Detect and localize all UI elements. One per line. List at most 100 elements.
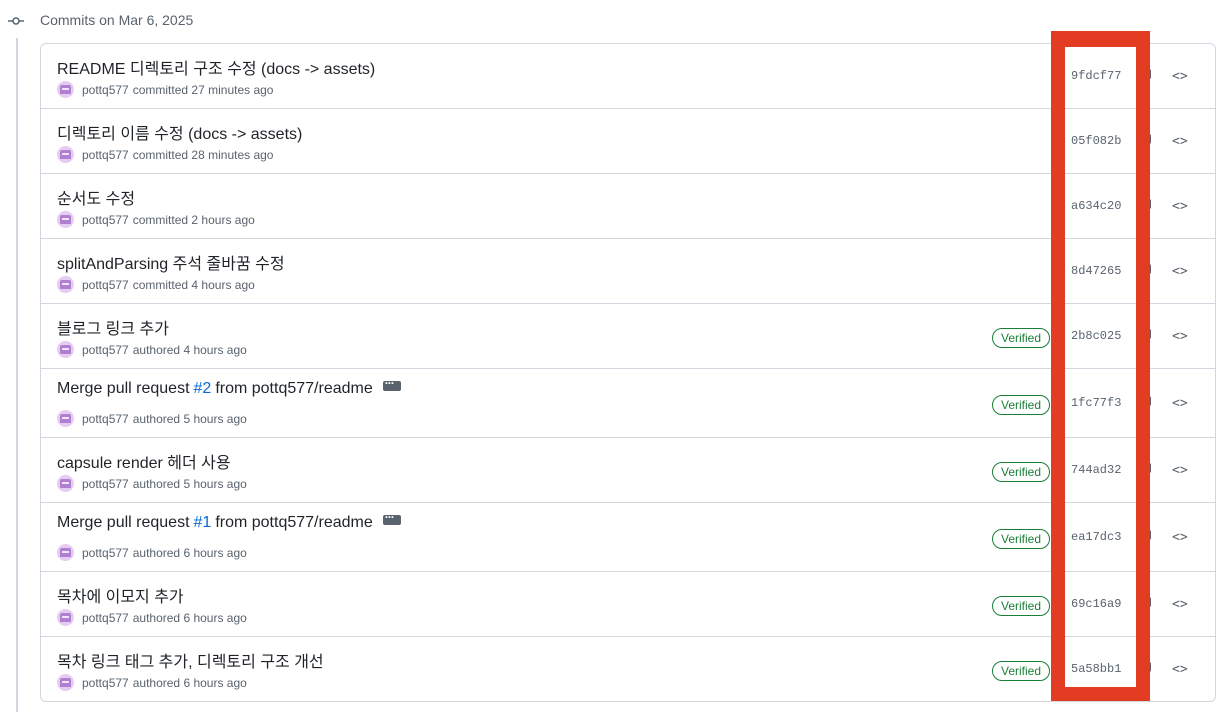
- copy-icon[interactable]: [1146, 597, 1151, 607]
- commit-sha-button[interactable]: 8d47265: [1071, 264, 1121, 278]
- copy-icon[interactable]: [1146, 329, 1151, 339]
- copy-icon[interactable]: [1146, 662, 1151, 672]
- copy-icon[interactable]: [1146, 264, 1151, 274]
- browse-code-icon[interactable]: <>: [1172, 330, 1190, 344]
- commit-time: 4 hours ago: [183, 342, 247, 357]
- commit-time: 5 hours ago: [183, 411, 247, 426]
- commit-title-text[interactable]: splitAndParsing 주석 줄바꿈 수정: [57, 250, 285, 274]
- commit-author[interactable]: pottq577: [82, 412, 129, 426]
- commit-author[interactable]: pottq577: [82, 611, 129, 625]
- commit-sha-button[interactable]: 744ad32: [1071, 463, 1121, 477]
- copy-icon[interactable]: [1146, 463, 1151, 473]
- browse-code-icon[interactable]: <>: [1172, 70, 1190, 84]
- commit-author[interactable]: pottq577: [82, 676, 129, 690]
- commit-row[interactable]: README 디렉토리 구조 수정 (docs -> assets) pottq…: [41, 44, 1215, 109]
- browse-code-icon[interactable]: <>: [1172, 135, 1190, 149]
- commit-title-prefix[interactable]: Merge pull request: [57, 514, 190, 532]
- commit-row[interactable]: splitAndParsing 주석 줄바꿈 수정 pottq577 commi…: [41, 239, 1215, 304]
- browse-code-icon[interactable]: <>: [1172, 464, 1190, 478]
- commit-action: authored: [132, 610, 181, 625]
- pull-request-link[interactable]: #2: [194, 380, 212, 398]
- commit-sha-button[interactable]: 9fdcf77: [1071, 69, 1121, 83]
- commit-row[interactable]: 목차 링크 태그 추가, 디렉토리 구조 개선 pottq577 authore…: [41, 637, 1215, 701]
- avatar[interactable]: [57, 609, 74, 626]
- commit-title-suffix[interactable]: from pottq577/readme: [215, 380, 372, 398]
- commit-action: authored: [132, 545, 181, 560]
- commit-author[interactable]: pottq577: [82, 343, 129, 357]
- commit-sha-button[interactable]: 69c16a9: [1071, 597, 1121, 611]
- commit-author[interactable]: pottq577: [82, 477, 129, 491]
- verified-badge[interactable]: Verified: [992, 529, 1051, 549]
- commit-meta: pottq577 committed 27 minutes ago: [57, 81, 273, 98]
- commit-author[interactable]: pottq577: [82, 148, 129, 162]
- avatar[interactable]: [57, 341, 74, 358]
- commit-time: 28 minutes ago: [191, 147, 274, 162]
- expand-message-button[interactable]: [382, 510, 401, 525]
- commit-title-suffix[interactable]: from pottq577/readme: [215, 514, 372, 532]
- browse-code-icon[interactable]: <>: [1172, 200, 1190, 214]
- verified-badge[interactable]: Verified: [992, 395, 1051, 415]
- commit-title-text[interactable]: 목차 링크 태그 추가, 디렉토리 구조 개선: [57, 648, 324, 672]
- commit-time: 4 hours ago: [191, 277, 255, 292]
- verified-badge[interactable]: Verified: [992, 328, 1051, 348]
- commit-sha-button[interactable]: 2b8c025: [1071, 329, 1121, 343]
- browse-code-icon[interactable]: <>: [1172, 598, 1190, 612]
- commit-author[interactable]: pottq577: [82, 546, 129, 560]
- commit-row[interactable]: Merge pull request #1 from pottq577/read…: [41, 503, 1215, 572]
- commit-action: committed: [132, 147, 189, 162]
- commit-list: README 디렉토리 구조 수정 (docs -> assets) pottq…: [40, 43, 1216, 702]
- browse-code-icon[interactable]: <>: [1172, 531, 1190, 545]
- commit-row[interactable]: Merge pull request #2 from pottq577/read…: [41, 369, 1215, 438]
- commit-row[interactable]: 블로그 링크 추가 pottq577 authored 4 hours ago …: [41, 304, 1215, 369]
- avatar[interactable]: [57, 276, 74, 293]
- git-commit-icon: [8, 17, 24, 25]
- copy-icon[interactable]: [1146, 199, 1151, 209]
- avatar[interactable]: [57, 146, 74, 163]
- commit-title: capsule render 헤더 사용: [57, 449, 231, 473]
- copy-icon[interactable]: [1146, 396, 1151, 406]
- copy-icon[interactable]: [1146, 530, 1151, 540]
- commit-title: README 디렉토리 구조 수정 (docs -> assets): [57, 55, 375, 79]
- avatar[interactable]: [57, 475, 74, 492]
- verified-badge[interactable]: Verified: [992, 661, 1051, 681]
- avatar[interactable]: [57, 410, 74, 427]
- copy-icon[interactable]: [1146, 134, 1151, 144]
- avatar[interactable]: [57, 674, 74, 691]
- commit-action: committed: [132, 82, 189, 97]
- browse-code-icon[interactable]: <>: [1172, 397, 1190, 411]
- commit-title-text[interactable]: 디렉토리 이름 수정 (docs -> assets): [57, 120, 302, 144]
- commit-author[interactable]: pottq577: [82, 278, 129, 292]
- commit-row[interactable]: 디렉토리 이름 수정 (docs -> assets) pottq577 com…: [41, 109, 1215, 174]
- verified-badge[interactable]: Verified: [992, 596, 1051, 616]
- commit-row[interactable]: capsule render 헤더 사용 pottq577 authored 5…: [41, 438, 1215, 503]
- commit-title-text[interactable]: capsule render 헤더 사용: [57, 449, 231, 473]
- avatar[interactable]: [57, 544, 74, 561]
- commit-sha-button[interactable]: a634c20: [1071, 199, 1121, 213]
- commit-sha-button[interactable]: ea17dc3: [1071, 530, 1121, 544]
- avatar[interactable]: [57, 81, 74, 98]
- commit-title-text[interactable]: 블로그 링크 추가: [57, 315, 169, 339]
- expand-message-button[interactable]: [382, 376, 401, 391]
- commit-sha-button[interactable]: 1fc77f3: [1071, 396, 1121, 410]
- commit-action: committed: [132, 212, 189, 227]
- commit-author[interactable]: pottq577: [82, 83, 129, 97]
- commit-title-prefix[interactable]: Merge pull request: [57, 380, 190, 398]
- commit-meta: pottq577 authored 6 hours ago: [57, 674, 247, 691]
- browse-code-icon[interactable]: <>: [1172, 663, 1190, 677]
- commit-row[interactable]: 목차에 이모지 추가 pottq577 authored 6 hours ago…: [41, 572, 1215, 637]
- pull-request-link[interactable]: #1: [194, 514, 212, 532]
- commit-author[interactable]: pottq577: [82, 213, 129, 227]
- avatar[interactable]: [57, 211, 74, 228]
- commit-sha-button[interactable]: 05f082b: [1071, 134, 1121, 148]
- commit-title-text[interactable]: 목차에 이모지 추가: [57, 583, 184, 607]
- verified-badge[interactable]: Verified: [992, 462, 1051, 482]
- group-title: Commits on Mar 6, 2025: [40, 12, 194, 28]
- commit-action: authored: [132, 342, 181, 357]
- commit-title-text[interactable]: README 디렉토리 구조 수정 (docs -> assets): [57, 55, 375, 79]
- browse-code-icon[interactable]: <>: [1172, 265, 1190, 279]
- commit-meta: pottq577 authored 5 hours ago: [57, 475, 247, 492]
- commit-title-text[interactable]: 순서도 수정: [57, 185, 135, 209]
- commit-row[interactable]: 순서도 수정 pottq577 committed 2 hours ago a6…: [41, 174, 1215, 239]
- commit-sha-button[interactable]: 5a58bb1: [1071, 662, 1121, 676]
- copy-icon[interactable]: [1146, 69, 1151, 79]
